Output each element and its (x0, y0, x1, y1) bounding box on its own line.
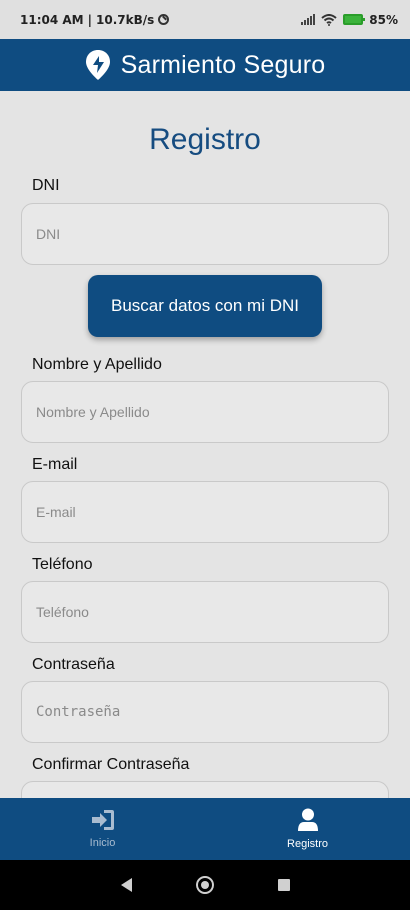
data-saver-icon (158, 14, 170, 25)
back-icon[interactable] (120, 878, 132, 892)
status-right: 85% (301, 13, 398, 27)
signal-icon (301, 14, 316, 25)
app-bar: Sarmiento Seguro (0, 39, 410, 91)
system-nav-bar (0, 860, 410, 910)
nav-label-inicio: Inicio (89, 837, 116, 849)
password-input[interactable] (21, 681, 389, 743)
confirm-password-input[interactable] (21, 781, 389, 798)
location-pin-logo-icon (85, 50, 110, 80)
status-time: 11:04 AM (20, 12, 84, 27)
page-title: Registro (149, 123, 261, 156)
nav-item-inicio[interactable]: Inicio (0, 798, 205, 860)
nav-label-registro: Registro (287, 838, 328, 850)
home-icon[interactable] (195, 876, 214, 894)
password-label: Contraseña (32, 656, 115, 673)
search-by-dni-button[interactable]: Buscar datos con mi DNI (88, 275, 322, 337)
status-separator: | (87, 12, 92, 27)
status-network-speed: 10.7kB/s (96, 12, 155, 27)
registration-form: Registro DNI Buscar datos con mi DNI Nom… (0, 91, 410, 798)
confirm-password-label: Confirmar Contraseña (32, 756, 190, 773)
battery-percent: 85% (369, 12, 398, 27)
recents-icon[interactable] (277, 879, 290, 891)
status-left: 11:04 AM | 10.7kB/s (20, 12, 170, 27)
name-input[interactable] (21, 381, 389, 443)
status-bar: 11:04 AM | 10.7kB/s 85% (0, 0, 410, 39)
sign-in-icon (91, 810, 114, 830)
wifi-icon (321, 13, 337, 26)
phone-label: Teléfono (32, 556, 93, 573)
nav-item-registro[interactable]: Registro (205, 798, 410, 860)
bottom-nav: Inicio Registro (0, 798, 410, 860)
phone-input[interactable] (21, 581, 389, 643)
user-icon (297, 808, 318, 831)
dni-input[interactable] (21, 203, 389, 265)
email-label: E-mail (32, 456, 78, 473)
name-label: Nombre y Apellido (32, 356, 162, 373)
email-input[interactable] (21, 481, 389, 543)
battery-icon (343, 14, 366, 25)
app-title: Sarmiento Seguro (120, 50, 326, 79)
dni-label: DNI (32, 177, 60, 194)
